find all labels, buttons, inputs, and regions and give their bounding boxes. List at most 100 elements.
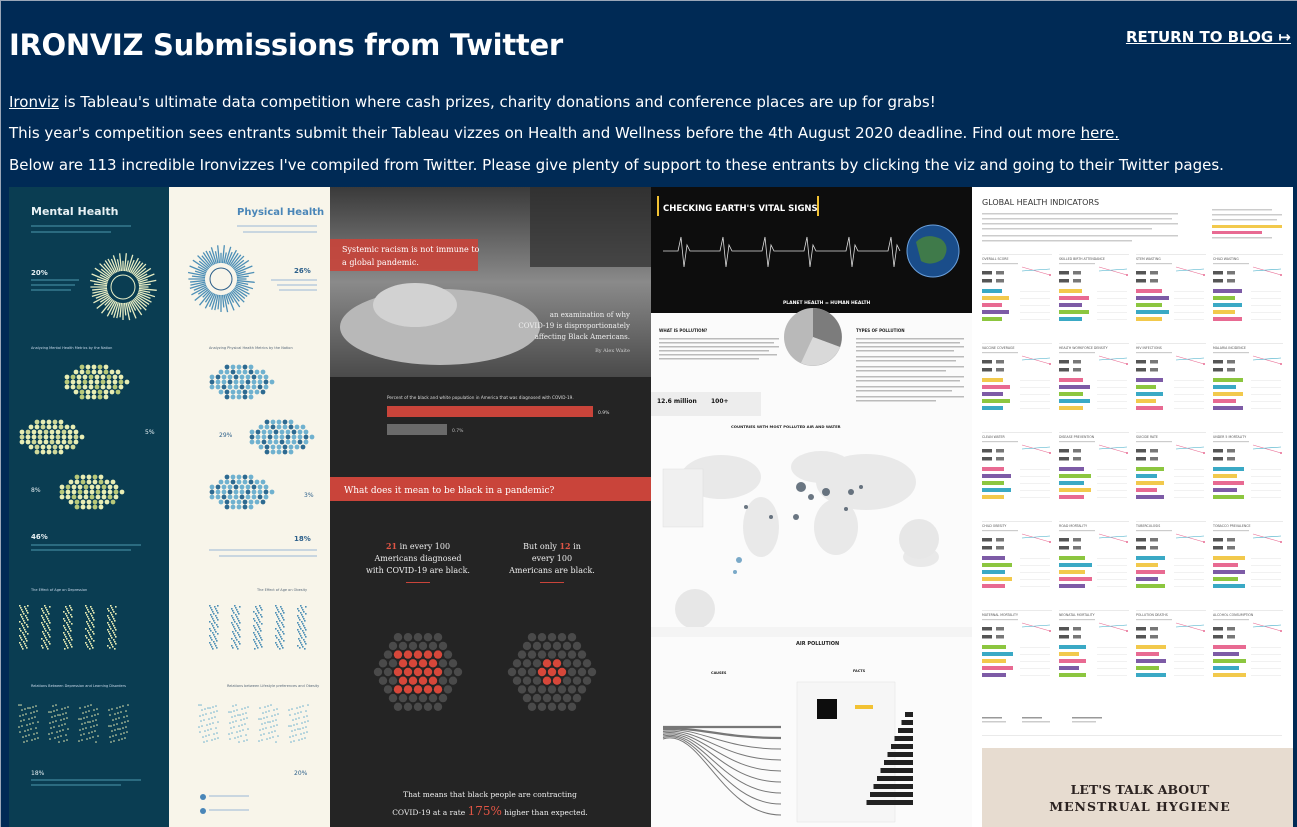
strip-dot: [257, 631, 259, 633]
panel-text: [1213, 263, 1249, 265]
hex-cell: [95, 484, 101, 490]
scatter-dot: [238, 725, 240, 727]
scatter-dot: [90, 726, 92, 728]
scatter-dot: [306, 731, 308, 733]
hex-cell: [70, 444, 76, 450]
strip-dot: [236, 623, 238, 625]
strip-dot: [71, 646, 73, 648]
strip-dot: [24, 636, 26, 638]
strip-dot: [283, 612, 285, 614]
strip-dot: [303, 618, 305, 620]
viz-mental-health[interactable]: Mental Health 20% Analyzing Mental Healt…: [9, 187, 169, 827]
population-dot: [423, 650, 433, 659]
strip-dot: [281, 608, 283, 610]
find-out-more-link[interactable]: here.: [1081, 124, 1120, 142]
strip-dot: [111, 614, 113, 616]
hex-cell: [19, 434, 25, 440]
population-dot: [393, 650, 403, 659]
strip-dot: [20, 614, 22, 616]
panel-bar: [1213, 289, 1242, 293]
scatter-dot: [125, 726, 127, 728]
population-dot: [522, 641, 532, 651]
strip-dot: [48, 641, 50, 643]
panel-bar: [1213, 296, 1235, 300]
fact-bar: [898, 728, 913, 733]
return-to-blog-link[interactable]: RETURN TO BLOG ↦: [1126, 28, 1291, 46]
panel-grid: [1174, 586, 1204, 587]
viz-global-health[interactable]: GLOBAL HEALTH INDICATORS OVERALL SCORE SK…: [972, 187, 1293, 827]
viz-earth-vital-signs[interactable]: CHECKING EARTH'S VITAL SIGNS PLANET HEAL…: [651, 187, 972, 827]
strip-dot: [298, 617, 300, 619]
panel-value: [1136, 279, 1146, 283]
scatter-dot: [276, 708, 278, 710]
strip-dot: [27, 605, 29, 607]
panel-value: [1059, 368, 1069, 372]
hex-cell: [230, 394, 236, 400]
hex-cell: [115, 389, 121, 395]
hex-cell: [74, 499, 80, 505]
panel-bar: [982, 488, 1011, 492]
hex-cell: [103, 364, 109, 370]
panel-bar: [1213, 652, 1239, 656]
panel-divider: [1136, 254, 1206, 255]
hex-cell: [59, 484, 65, 490]
viz-systemic-racism[interactable]: Systemic racism is not immune to a globa…: [330, 187, 651, 827]
strip-dot: [20, 607, 22, 609]
strip-dot: [280, 606, 282, 608]
panel-text: [1059, 530, 1095, 532]
strip-dot: [115, 606, 117, 608]
panel-grid: [1251, 305, 1281, 306]
strip-dot: [278, 632, 280, 634]
population-dot: [403, 685, 413, 694]
panel-title: CLEAN WATER: [982, 435, 1005, 439]
hex-cell: [297, 439, 303, 445]
landmass: [814, 499, 858, 555]
panel-bar: [982, 474, 1011, 478]
panel-bar: [1059, 659, 1086, 663]
hex-cell: [70, 424, 76, 430]
strip-dot: [300, 612, 302, 614]
scatter-dot: [271, 715, 273, 717]
scatter-dot: [293, 724, 295, 726]
sunburst-ray: [138, 283, 151, 287]
population-dot: [413, 650, 423, 659]
scatter-dot: [210, 728, 212, 730]
scatter-dot: [87, 721, 89, 723]
strip-dot: [259, 628, 261, 630]
hex-cell: [43, 429, 49, 435]
physical-health-graphic: Physical Health 26% Analyzing Physical H…: [187, 207, 324, 814]
hex-cell: [242, 364, 248, 370]
ironviz-link[interactable]: Ironviz: [9, 93, 59, 111]
fact-bar: [884, 760, 913, 765]
hex-cell: [88, 384, 94, 390]
strip-dot: [66, 638, 68, 640]
hex-cell: [248, 504, 254, 510]
panel-bar: [1059, 385, 1090, 389]
panel-title: ROAD MORTALITY: [1059, 524, 1087, 528]
scatter-dot: [237, 714, 239, 716]
strip-dot: [112, 616, 114, 618]
strip-dot: [24, 629, 26, 631]
population-dot: [423, 685, 433, 694]
panel-grid: [1251, 291, 1281, 292]
population-dot: [517, 685, 527, 694]
hex-cell: [89, 484, 95, 490]
panel-value: [1073, 635, 1081, 639]
scatter-dot: [109, 714, 111, 716]
left-dot-hexagon: [373, 633, 463, 711]
panel-grid: [1020, 586, 1050, 587]
strip-dot: [45, 644, 47, 646]
panel-value: [1213, 635, 1223, 639]
panel-bar: [1213, 488, 1237, 492]
population-dot: [547, 685, 557, 694]
footer-number: 175%: [468, 804, 502, 818]
viz-physical-health[interactable]: Physical Health 26% Analyzing Physical H…: [169, 187, 330, 827]
strip-dot: [108, 638, 110, 640]
strip-dot: [259, 642, 261, 644]
panel-grid: [1097, 394, 1127, 395]
hex-cell: [263, 379, 269, 385]
scatter-dot: [307, 704, 309, 706]
panel-grid: [1251, 647, 1281, 648]
strip-dot: [25, 615, 27, 617]
hex-cell: [113, 484, 119, 490]
